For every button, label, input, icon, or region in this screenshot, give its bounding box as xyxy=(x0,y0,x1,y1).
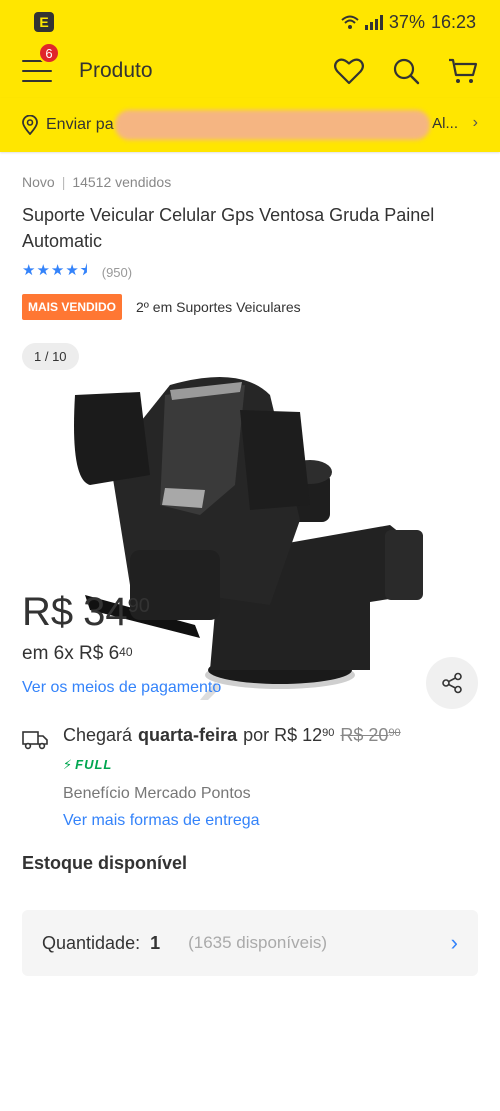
product-meta: Novo | 14512 vendidos xyxy=(22,174,172,190)
status-indicators: 37% 16:23 xyxy=(341,12,476,33)
rating-count: (950) xyxy=(101,265,133,280)
delivery-estimate: Chegará quarta-feira por R$ 12 90 R$ 20 90 xyxy=(63,725,401,745)
search-icon[interactable] xyxy=(392,57,420,85)
chevron-right-icon: › xyxy=(472,114,478,131)
share-button[interactable] xyxy=(426,657,478,709)
price-cents: 90 xyxy=(127,595,150,617)
app-notification-icon: E xyxy=(34,12,54,32)
mercado-points-benefit: Benefício Mercado Pontos xyxy=(63,785,251,802)
best-seller-badge: MAIS VENDIDO xyxy=(22,294,123,320)
lightning-icon: ⚡ xyxy=(63,757,74,772)
wifi-icon xyxy=(341,15,359,29)
status-bar: E 37% 16:23 xyxy=(0,0,500,44)
signal-icon xyxy=(364,14,383,30)
installments-cents: 40 xyxy=(119,645,133,659)
delivery-day: quarta-feira xyxy=(138,725,238,745)
best-seller-ranking: 2º em Suportes Veiculares xyxy=(136,299,301,315)
shipping-address-bar[interactable]: Enviar pa Al... › xyxy=(0,98,500,152)
share-icon xyxy=(442,672,462,694)
product-price: R$ 34 90 xyxy=(22,590,150,634)
shipping-address-label: Enviar pa xyxy=(46,116,114,133)
more-shipping-options-link[interactable]: Ver mais formas de entrega xyxy=(63,812,260,830)
favorite-heart-icon[interactable] xyxy=(334,57,364,85)
image-counter: 1 / 10 xyxy=(22,343,79,370)
app-header: 6 Produto xyxy=(0,42,500,98)
page-title: Produto xyxy=(79,59,153,82)
product-title: Suporte Veicular Celular Gps Ventosa Gru… xyxy=(22,205,435,251)
rating-stars-icon: ★★★★⯨ xyxy=(22,262,89,279)
product-condition: Novo xyxy=(22,174,55,190)
quantity-value: 1 xyxy=(150,932,161,953)
menu-button[interactable]: 6 xyxy=(22,42,60,82)
redacted-address xyxy=(115,110,430,140)
best-seller-row[interactable]: MAIS VENDIDO 2º em Suportes Veiculares xyxy=(22,294,301,320)
price-integer: 34 xyxy=(83,590,128,634)
payment-methods-link[interactable]: Ver os meios de pagamento xyxy=(22,679,221,697)
quantity-label: Quantidade: xyxy=(42,932,141,953)
price-currency: R$ xyxy=(22,590,74,634)
clock: 16:23 xyxy=(430,11,476,32)
quantity-selector[interactable]: Quantidade: 1 (1635 disponíveis) › xyxy=(22,910,478,976)
chevron-right-icon: › xyxy=(450,930,458,955)
old-shipping-price: R$ 20 90 xyxy=(340,725,401,745)
sold-count: 14512 vendidos xyxy=(72,174,172,190)
quantity-available: (1635 disponíveis) xyxy=(188,933,328,952)
shipping-address-suffix: Al... xyxy=(432,115,458,132)
cart-icon[interactable] xyxy=(448,57,478,85)
installments: em 6x R$ 6 40 xyxy=(22,643,133,665)
installments-text: em 6x R$ 6 xyxy=(22,643,120,664)
product-rating[interactable]: ★★★★⯨ (950) xyxy=(22,260,132,285)
truck-icon xyxy=(22,731,48,750)
notification-badge: 6 xyxy=(38,42,60,64)
stock-status: Estoque disponível xyxy=(22,853,188,873)
location-pin-icon xyxy=(22,115,38,135)
full-badge: ⚡ FULL xyxy=(63,757,113,772)
battery-level: 37% xyxy=(388,11,425,32)
